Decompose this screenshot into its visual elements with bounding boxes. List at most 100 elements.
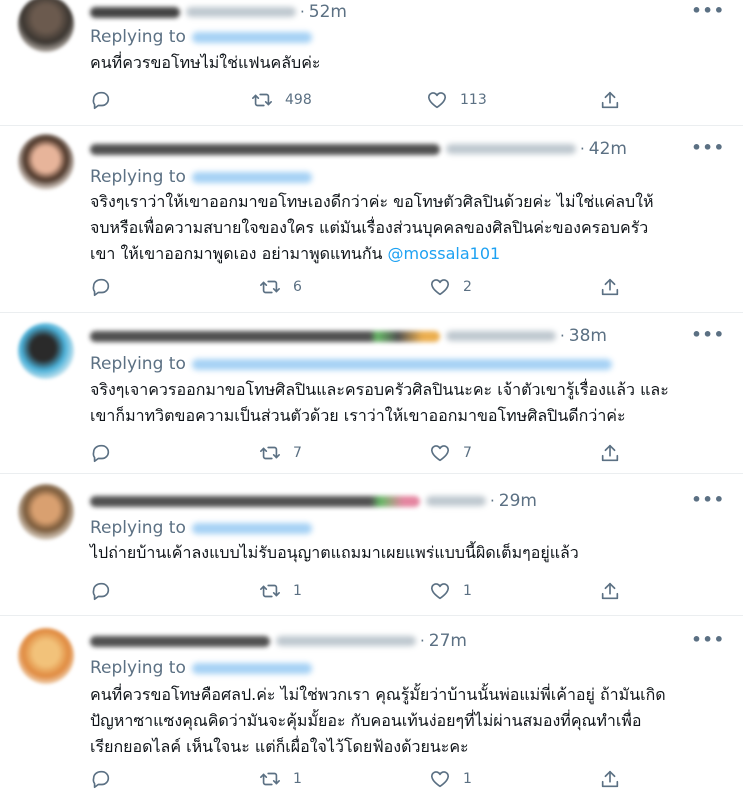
tweet-time[interactable]: 42m [589,139,627,159]
more-options-icon[interactable]: ••• [691,138,725,157]
retweet-button[interactable]: 6 [259,275,302,299]
retweet-icon [260,280,280,294]
retweet-icon [260,446,280,460]
share-button[interactable] [599,88,621,112]
more-options-icon[interactable]: ••• [691,1,725,20]
author-handle-redacted[interactable] [446,331,556,341]
tweet-time[interactable]: 27m [429,631,467,651]
reply-icon [92,770,110,789]
share-button[interactable] [599,275,621,299]
like-button[interactable]: 7 [429,441,472,465]
tweet-text: จริงๆเจาควรออกมาขอโทษศิลปินและครอบครัวศิ… [90,380,669,425]
reply-button[interactable] [90,767,112,791]
share-icon [601,278,619,296]
share-icon [601,582,619,600]
tweet-1[interactable]: · 52m ••• Replying to คนที่ควรขอโทษไม่ใช… [0,0,743,125]
replying-to-handle-redacted[interactable] [191,662,312,674]
author-handle-redacted[interactable] [276,636,416,646]
retweet-icon [252,93,272,107]
like-count: 1 [463,771,472,787]
retweet-count: 6 [293,279,302,295]
share-icon [601,444,619,462]
share-button[interactable] [599,767,621,791]
replying-to-handle-redacted[interactable] [191,31,312,43]
avatar[interactable] [18,628,74,684]
tweet-time[interactable]: 38m [569,326,607,346]
dot-separator: · [580,140,585,158]
author-handle-redacted[interactable] [186,7,296,17]
replying-to-label: Replying to [90,658,186,678]
replying-to-handle-redacted[interactable] [191,522,312,534]
reply-icon [92,582,110,601]
retweet-button[interactable]: 498 [251,88,312,112]
reply-icon [92,91,110,110]
like-count: 1 [463,583,472,599]
retweet-button[interactable]: 7 [259,441,302,465]
share-button[interactable] [599,579,621,603]
reply-button[interactable] [90,579,112,603]
tweet-actions: 6 2 [90,275,730,299]
avatar[interactable] [18,323,74,379]
like-button[interactable]: 113 [426,88,487,112]
author-name-redacted[interactable] [90,330,440,342]
retweet-button[interactable]: 1 [259,767,302,791]
tweet-actions: 1 1 [90,767,730,791]
dot-separator: · [560,327,565,345]
retweet-icon [260,584,280,598]
dot-separator: · [420,632,425,650]
reply-button[interactable] [90,275,112,299]
tweet-time[interactable]: 29m [499,491,537,511]
replying-to-label: Replying to [90,354,186,374]
tweet-2[interactable]: · 42m ••• Replying to จริงๆเราว่าให้เขาอ… [0,126,743,312]
heart-icon [430,279,450,296]
like-button[interactable]: 1 [429,579,472,603]
dot-separator: · [300,3,305,21]
like-count: 2 [463,279,472,295]
reply-icon [92,444,110,463]
like-count: 113 [460,92,487,108]
author-name-redacted[interactable] [90,635,270,647]
author-handle-redacted[interactable] [426,496,486,506]
more-options-icon[interactable]: ••• [691,630,725,649]
tweet-text: คนที่ควรขอโทษไม่ใช่แฟนคลับค่ะ [90,53,321,72]
heart-icon [430,445,450,462]
heart-icon [427,92,447,109]
heart-icon [430,583,450,600]
retweet-icon [260,772,280,786]
more-options-icon[interactable]: ••• [691,325,725,344]
author-name-redacted[interactable] [90,495,420,507]
more-options-icon[interactable]: ••• [691,490,725,509]
reply-button[interactable] [90,441,112,465]
replying-to-label: Replying to [90,518,186,538]
mention-link[interactable]: @mossala101 [388,244,501,263]
tweet-actions: 498 113 [90,88,730,112]
dot-separator: · [490,492,495,510]
like-button[interactable]: 1 [429,767,472,791]
author-name-redacted[interactable] [90,6,180,18]
replying-to-handle-redacted[interactable] [191,171,312,183]
share-button[interactable] [599,441,621,465]
reply-button[interactable] [90,88,112,112]
avatar[interactable] [18,134,74,190]
author-handle-redacted[interactable] [446,144,576,154]
avatar[interactable] [18,484,74,540]
reply-icon [92,278,110,297]
retweet-count: 1 [293,771,302,787]
like-button[interactable]: 2 [429,275,472,299]
retweet-count: 1 [293,583,302,599]
replying-to-handle-redacted[interactable] [191,358,612,370]
tweet-text: จริงๆเราว่าให้เขาออกมาขอโทษเองดีกว่าค่ะ … [90,192,654,263]
tweet-time[interactable]: 52m [309,2,347,22]
author-name-redacted[interactable] [90,143,440,155]
replying-to-label: Replying to [90,27,186,47]
replying-to-label: Replying to [90,167,186,187]
avatar[interactable] [18,0,74,52]
tweet-5[interactable]: · 27m ••• Replying to คนที่ควรขอโทษคือศล… [0,616,743,795]
like-count: 7 [463,445,472,461]
retweet-button[interactable]: 1 [259,579,302,603]
share-icon [601,770,619,788]
tweet-4[interactable]: · 29m ••• Replying to ไปถ่ายบ้านเค้าลงแบ… [0,474,743,615]
tweet-actions: 7 7 [90,441,730,465]
tweet-3[interactable]: · 38m ••• Replying to จริงๆเจาควรออกมาขอ… [0,313,743,473]
share-icon [601,91,619,109]
